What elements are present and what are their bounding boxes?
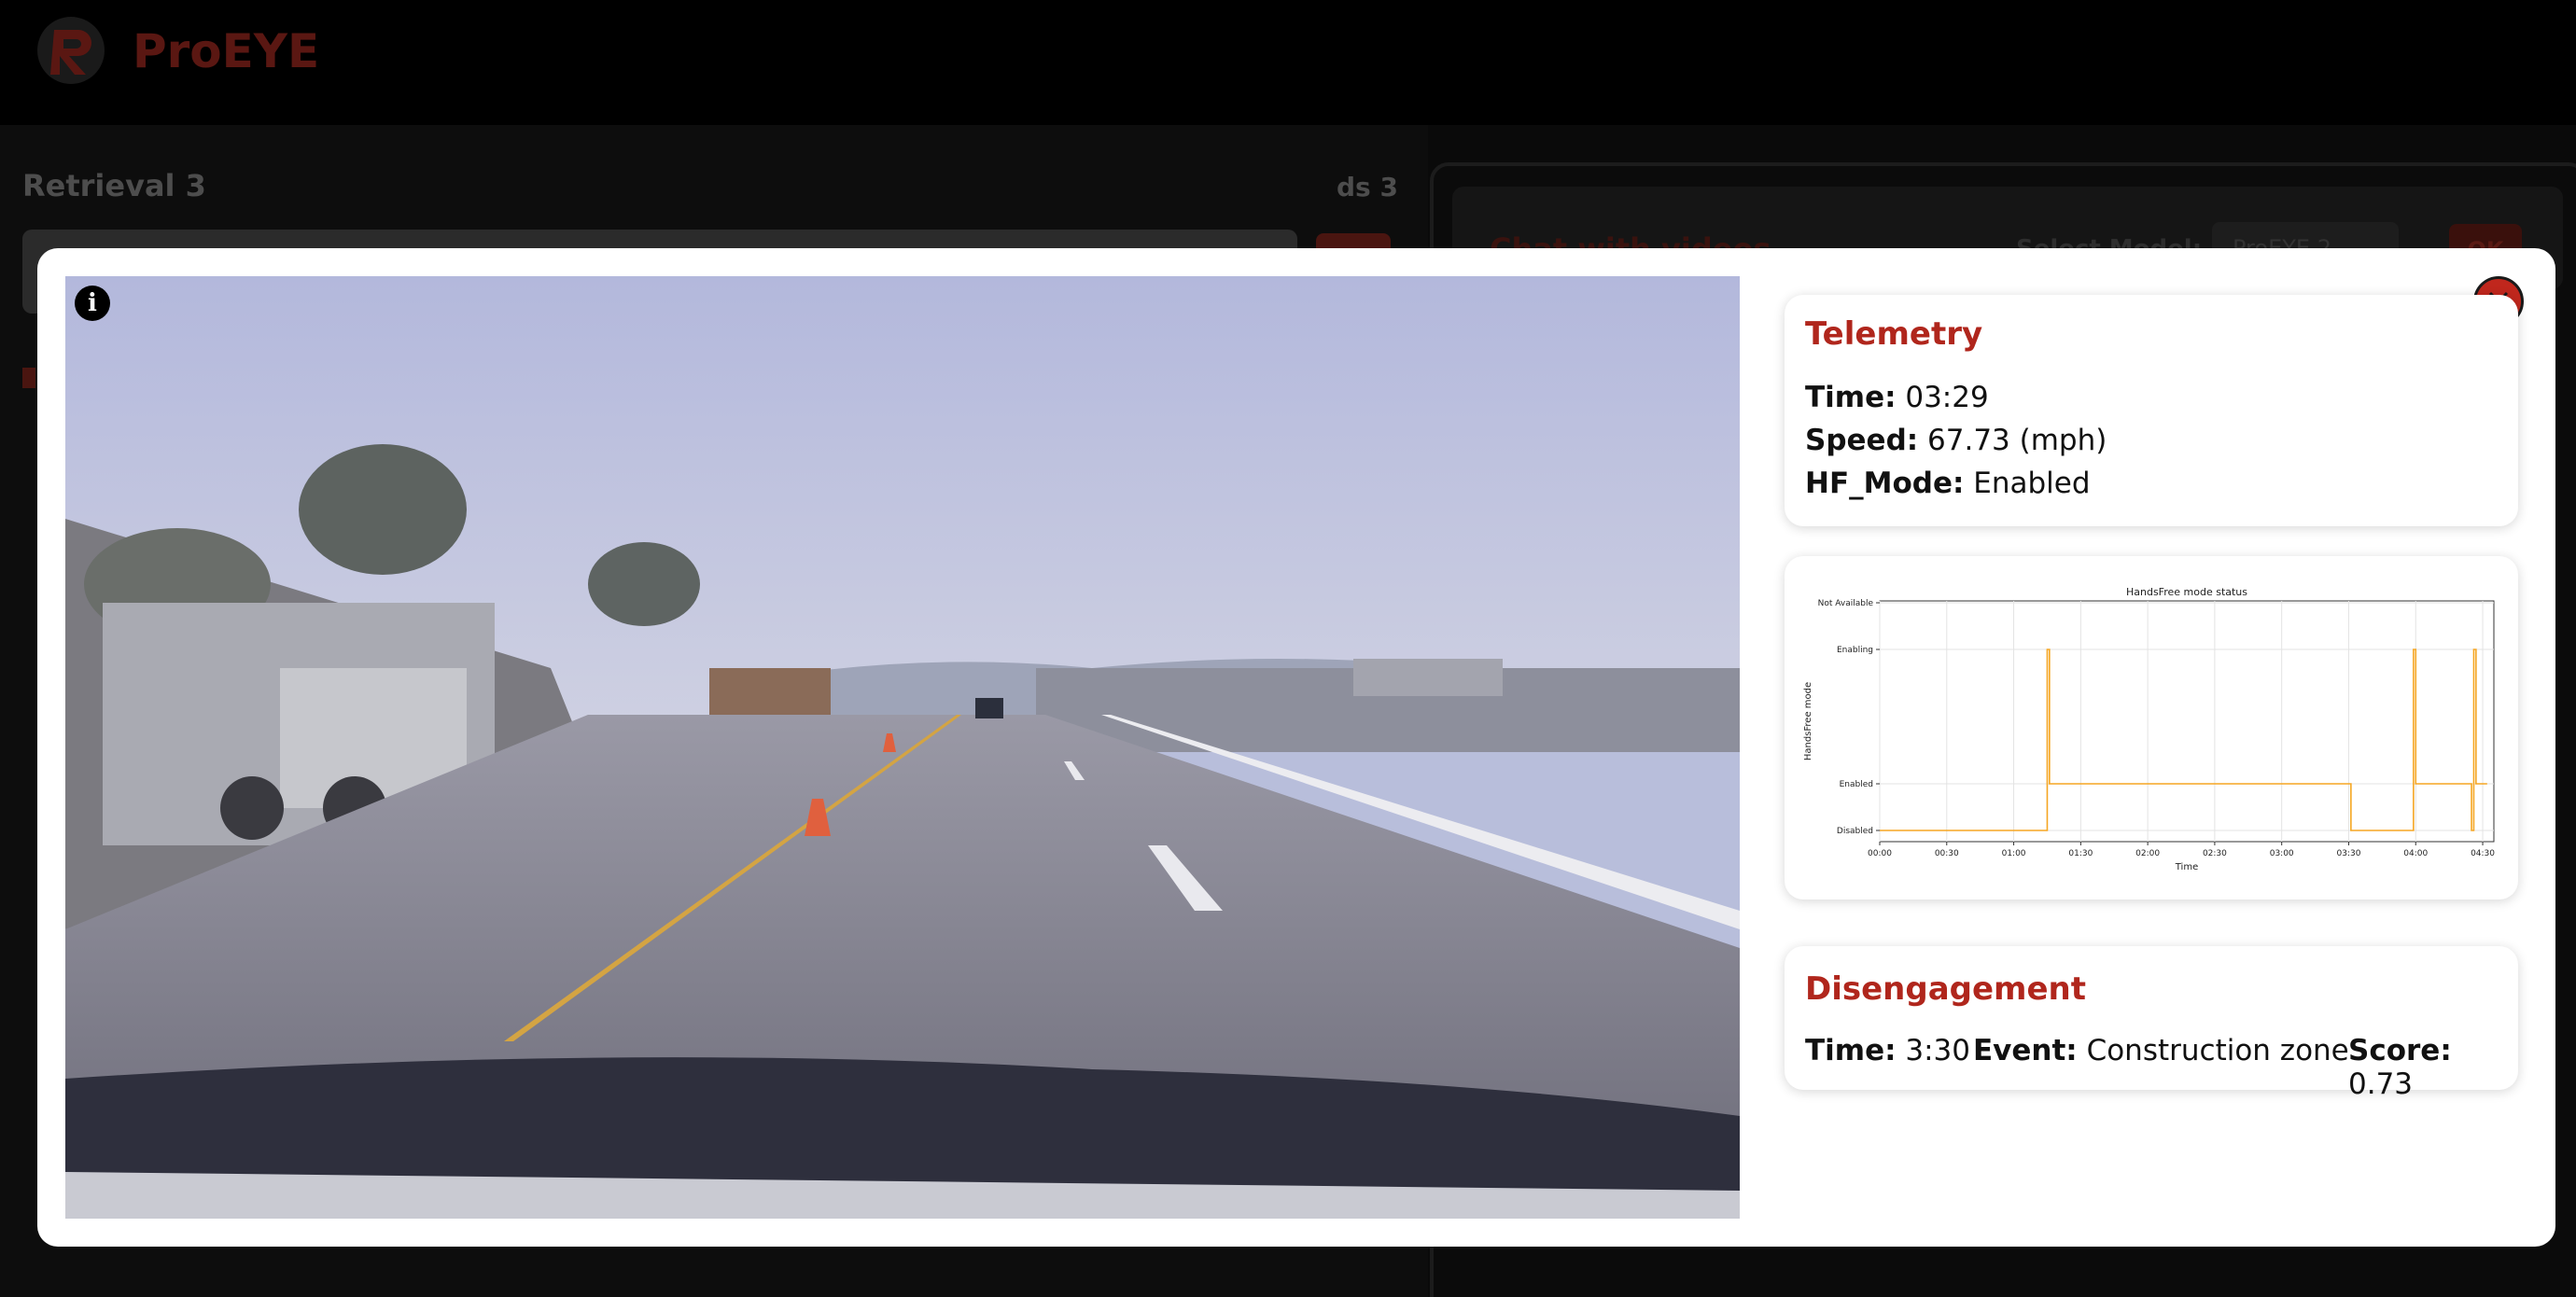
hf-mode-value: Enabled xyxy=(1973,467,2091,500)
event-value: Construction zone xyxy=(2086,1034,2349,1067)
chart-x-label: Time xyxy=(2175,862,2198,872)
retrieval-title: Retrieval 3 xyxy=(22,168,206,203)
result-marker xyxy=(22,368,35,388)
time-value: 03:29 xyxy=(1905,381,1989,414)
chart-y-tick-label: Enabled xyxy=(1840,780,1873,789)
telemetry-hf-mode: HF_Mode: Enabled xyxy=(1805,467,2091,500)
disengagement-event: Event: Construction zone xyxy=(1973,1034,2349,1067)
app-logo-text: ProEYE xyxy=(133,24,320,78)
chart-title: HandsFree mode status xyxy=(2126,586,2247,598)
chart-x-tick-label: 03:00 xyxy=(2270,849,2294,858)
chart-x-tick-label: 00:00 xyxy=(1868,849,1892,858)
score-label: Score: xyxy=(2348,1034,2452,1067)
disengagement-time: Time: 3:30 xyxy=(1805,1034,1970,1067)
chart-x-tick-label: 02:00 xyxy=(2135,849,2160,858)
speed-label: Speed: xyxy=(1805,424,1919,457)
speed-value: 67.73 (mph) xyxy=(1927,424,2107,457)
chart-y-label: HandsFree mode xyxy=(1803,682,1813,760)
chart-y-tick-label: Disabled xyxy=(1837,827,1873,836)
chart-plot-area xyxy=(1879,600,2495,843)
time-label: Time: xyxy=(1805,381,1897,414)
telemetry-card: Telemetry Time: 03:29 Speed: 67.73 (mph)… xyxy=(1785,295,2518,526)
dashcam-video[interactable] xyxy=(65,276,1740,1219)
telemetry-speed: Speed: 67.73 (mph) xyxy=(1805,424,2107,457)
disengagement-score: Score: 0.73 xyxy=(2348,1034,2518,1101)
info-icon[interactable]: i xyxy=(75,286,110,321)
telemetry-title: Telemetry xyxy=(1805,315,1983,353)
logo-icon xyxy=(37,17,105,84)
chart-x-tick-label: 02:30 xyxy=(2203,849,2227,858)
score-value: 0.73 xyxy=(2348,1067,2414,1101)
chart-x-tick-label: 03:30 xyxy=(2337,849,2361,858)
chart-y-tick-label: Enabling xyxy=(1837,646,1873,655)
chart-x-tick-label: 04:00 xyxy=(2403,849,2428,858)
handsfree-chart: 00:00 00:30 01:00 01:30 02:00 02:30 03:00 03:30… xyxy=(1803,586,2495,872)
chart-x-tick-label: 04:30 xyxy=(2471,849,2495,858)
hf-mode-label: HF_Mode: xyxy=(1805,467,1965,500)
disengagement-title: Disengagement xyxy=(1805,970,2087,1008)
handsfree-chart-card: 00:00 00:30 01:00 01:30 02:00 02:30 03:00 03:30… xyxy=(1785,556,2518,900)
chart-y-tick-label: Not Available xyxy=(1818,599,1874,608)
dataset-badge: ds 3 xyxy=(1337,172,1398,202)
chart-x-tick-label: 01:00 xyxy=(2002,849,2026,858)
disengagement-card: Disengagement Time: 3:30 Event: Construc… xyxy=(1785,946,2518,1101)
telemetry-time: Time: 03:29 xyxy=(1805,381,1989,414)
chart-x-tick-label: 01:30 xyxy=(2068,849,2093,858)
top-bar xyxy=(0,0,2576,125)
event-label: Event: xyxy=(1973,1034,2078,1067)
chart-x-tick-label: 00:30 xyxy=(1935,849,1959,858)
diseng-time-value: 3:30 xyxy=(1905,1034,1970,1067)
diseng-time-label: Time: xyxy=(1805,1034,1897,1067)
